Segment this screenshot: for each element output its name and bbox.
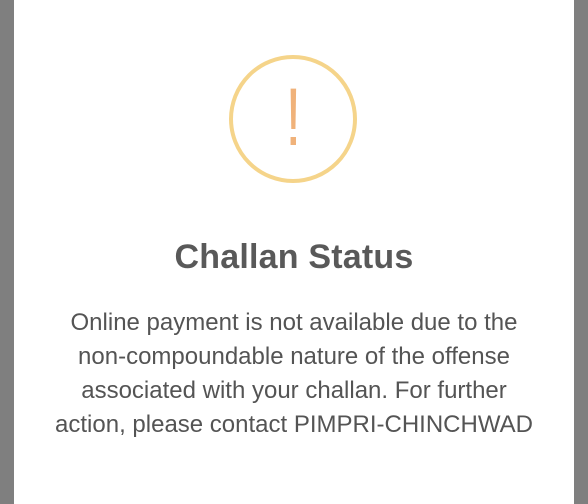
exclamation-warning-icon: !	[285, 72, 301, 163]
dialog-title: Challan Status	[174, 238, 414, 276]
dialog-message: Online payment is not available due to t…	[55, 309, 533, 438]
warning-icon-ring: !	[229, 55, 357, 183]
modal-backdrop: ! Challan Status Online payment is not a…	[0, 0, 588, 504]
challan-status-dialog: ! Challan Status Online payment is not a…	[14, 0, 574, 504]
